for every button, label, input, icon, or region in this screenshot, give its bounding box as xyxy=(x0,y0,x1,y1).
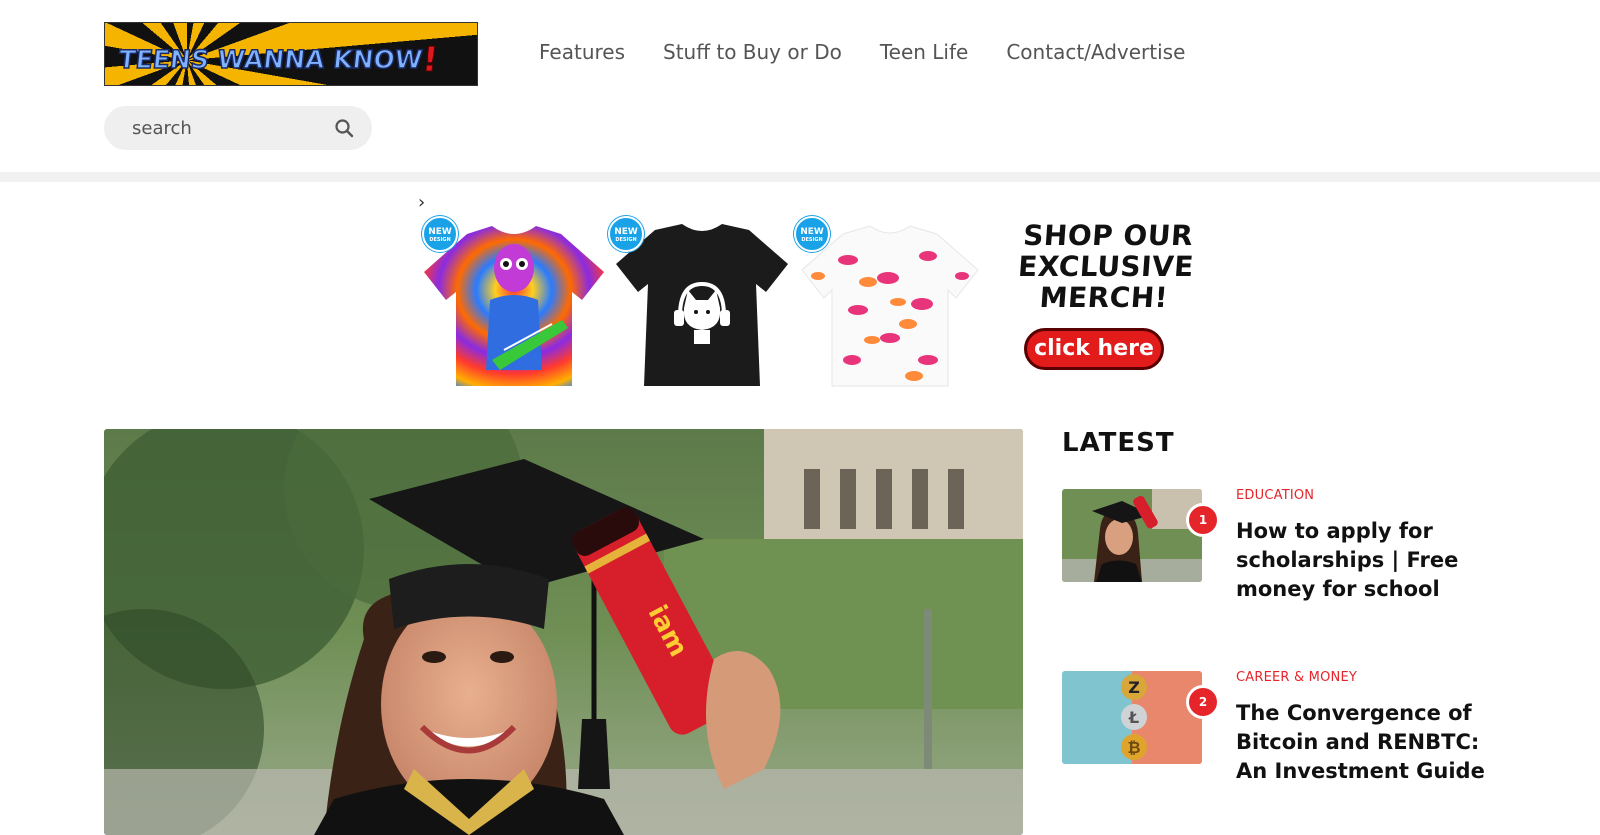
new-design-badge: NEW DESIGN xyxy=(794,216,830,252)
shop-merch-headline: SHOP OUR EXCLUSIVE MERCH! xyxy=(1016,219,1196,314)
svg-text:Ł: Ł xyxy=(1128,708,1139,727)
site-logo[interactable]: TEENS WANNA KNOW! xyxy=(104,22,478,86)
post-thumbnail-crypto-coins[interactable]: Z Ł ₿ xyxy=(1062,671,1202,764)
latest-post-2[interactable]: Z Ł ₿ 2 CAREER & MONEY The Convergence o… xyxy=(1062,670,1502,811)
nav-item-contact-advertise[interactable]: Contact/Advertise xyxy=(1006,40,1185,64)
hero-graduate-photo[interactable]: iam xyxy=(104,429,1023,835)
rank-badge: 1 xyxy=(1186,503,1220,537)
nav-item-teen-life[interactable]: Teen Life xyxy=(880,40,969,64)
chevron-right-icon[interactable]: › xyxy=(418,192,425,213)
nav-item-features[interactable]: Features xyxy=(539,40,625,64)
search-icon[interactable] xyxy=(334,118,354,138)
post-title[interactable]: How to apply for scholarships | Free mon… xyxy=(1236,517,1500,604)
search-input[interactable] xyxy=(132,106,322,150)
post-title[interactable]: The Convergence of Bitcoin and RENBTC: A… xyxy=(1236,699,1500,786)
logo-text: TEENS WANNA KNOW! xyxy=(116,40,440,81)
svg-text:₿: ₿ xyxy=(1127,738,1140,757)
merch-banner[interactable]: › NEW DESIGN NEW DESIGN NEW DESIGN SHOP … xyxy=(418,190,1196,400)
search-box xyxy=(104,106,372,150)
header-divider xyxy=(0,172,1600,182)
post-thumbnail-graduate[interactable] xyxy=(1062,489,1202,582)
post-category[interactable]: EDUCATION xyxy=(1236,488,1314,503)
rank-badge: 2 xyxy=(1186,685,1220,719)
post-category[interactable]: CAREER & MONEY xyxy=(1236,670,1357,685)
new-design-badge: NEW DESIGN xyxy=(422,216,458,252)
latest-heading: LATEST xyxy=(1062,428,1175,458)
latest-post-1[interactable]: 1 EDUCATION How to apply for scholarship… xyxy=(1062,488,1502,629)
main-nav: Features Stuff to Buy or Do Teen Life Co… xyxy=(539,40,1185,64)
svg-text:Z: Z xyxy=(1128,678,1140,697)
click-here-button[interactable]: click here xyxy=(1024,328,1164,370)
nav-item-stuff-to-buy-or-do[interactable]: Stuff to Buy or Do xyxy=(663,40,842,64)
new-design-badge: NEW DESIGN xyxy=(608,216,644,252)
site-header: TEENS WANNA KNOW! Features Stuff to Buy … xyxy=(0,0,1600,170)
